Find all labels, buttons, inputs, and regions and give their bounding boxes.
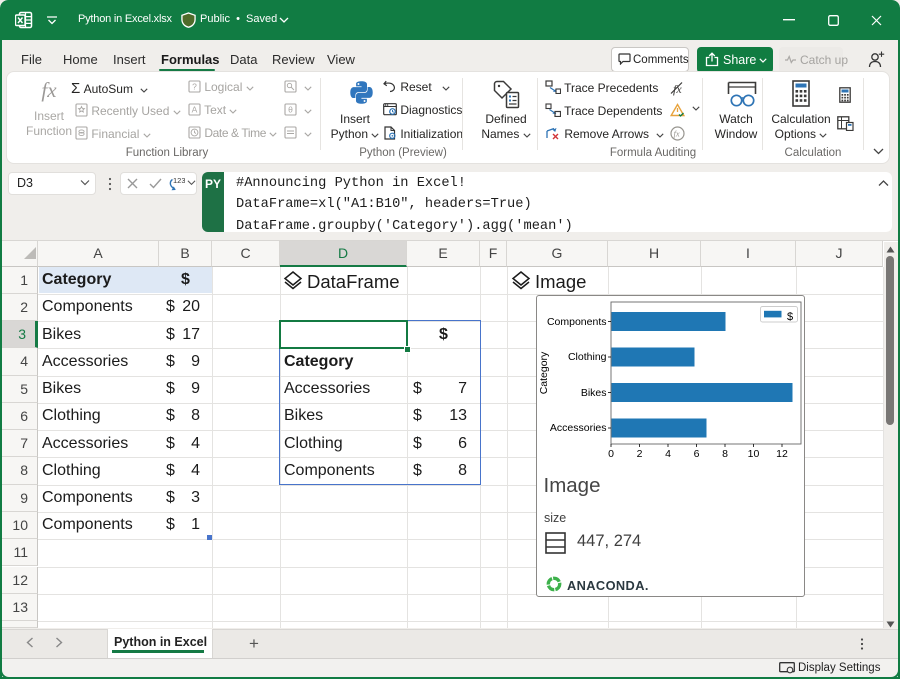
svg-text:2: 2 [637, 448, 643, 460]
svg-text:8: 8 [722, 448, 728, 460]
svg-text:θ: θ [288, 105, 293, 115]
svg-text:4: 4 [665, 448, 671, 460]
svg-text:10: 10 [748, 448, 760, 460]
svg-text:123: 123 [173, 176, 185, 185]
svg-text:?: ? [192, 82, 197, 92]
svg-text:Clothing: Clothing [568, 351, 607, 363]
svg-text:Components: Components [547, 316, 607, 328]
svg-text:fx: fx [674, 129, 680, 139]
svg-text:Bikes: Bikes [581, 387, 607, 399]
svg-text:Accessories: Accessories [550, 422, 607, 434]
svg-text:A: A [192, 105, 198, 115]
svg-text:Category: Category [538, 351, 550, 394]
svg-text:0: 0 [608, 448, 614, 460]
svg-text:12: 12 [776, 448, 788, 460]
svg-text:6: 6 [694, 448, 700, 460]
svg-text:$: $ [787, 311, 793, 323]
